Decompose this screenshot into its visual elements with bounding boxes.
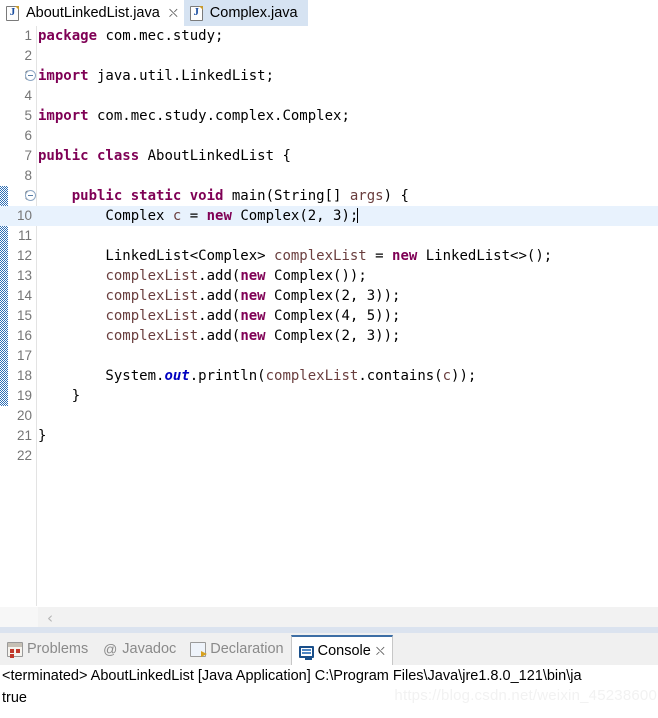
tab-javadoc[interactable]: @ Javadoc	[95, 634, 183, 664]
code-line[interactable]: 13 complexList.add(new Complex());	[0, 266, 658, 286]
code-text: }	[38, 388, 81, 404]
code-line[interactable]: 18 System.out.println(complexList.contai…	[0, 366, 658, 386]
bottom-view-tabbar: Problems @ Javadoc Declaration Console ⛌	[0, 633, 658, 665]
code-line[interactable]: 6	[0, 126, 658, 146]
code-line[interactable]: 20	[0, 406, 658, 426]
line-number: 8	[24, 168, 32, 183]
code-line[interactable]: 14 complexList.add(new Complex(2, 3));	[0, 286, 658, 306]
tab-label: Console	[317, 643, 371, 659]
editor-tab-complex[interactable]: Complex.java	[183, 0, 308, 26]
line-number: 16	[16, 328, 32, 343]
code-text: import java.util.LinkedList;	[38, 68, 275, 84]
code-text: }	[38, 428, 47, 444]
line-number: 2	[24, 48, 32, 63]
code-line[interactable]: 3import java.util.LinkedList;	[0, 66, 658, 86]
declaration-icon	[190, 641, 208, 657]
tab-declaration[interactable]: Declaration	[183, 634, 290, 664]
code-line[interactable]: 22	[0, 446, 658, 466]
line-number: 18	[16, 368, 32, 383]
line-number: 20	[16, 408, 32, 423]
code-lines: 1 package com.mec.study; 2 3import java.uti…	[0, 26, 658, 466]
close-icon[interactable]: ⛌	[169, 7, 178, 19]
close-icon[interactable]: ⛌	[376, 645, 385, 657]
code-line[interactable]: 4	[0, 86, 658, 106]
line-number: 4	[24, 88, 32, 103]
editor-horizontal-scrollbar[interactable]: ‹	[0, 606, 658, 633]
line-number: 19	[16, 388, 32, 403]
line-number: 13	[16, 268, 32, 283]
text-caret	[357, 208, 359, 223]
scroll-left-icon[interactable]: ‹	[42, 610, 58, 626]
tab-console[interactable]: Console ⛌	[290, 635, 393, 665]
watermark: https://blog.csdn.net/weixin_45238600	[394, 687, 657, 704]
line-number: 5	[24, 108, 32, 123]
console-icon	[298, 645, 314, 660]
line-number: 22	[16, 448, 32, 463]
code-line[interactable]: 19 }	[0, 386, 658, 406]
code-line[interactable]: 12 LinkedList<Complex> complexList = new…	[0, 246, 658, 266]
line-number: 11	[17, 228, 32, 243]
line-number: 7	[24, 148, 32, 163]
code-line[interactable]: 5 import com.mec.study.complex.Complex;	[0, 106, 658, 126]
code-editor[interactable]: 1 package com.mec.study; 2 3import java.uti…	[0, 26, 658, 606]
code-text: System.out.println(complexList.contains(…	[38, 368, 477, 384]
javadoc-icon: @	[103, 640, 118, 657]
scrollbar-gutter-pad	[0, 607, 38, 629]
code-text: Complex c = new Complex(2, 3);	[38, 208, 359, 224]
tab-label: Problems	[27, 641, 89, 657]
code-text: complexList.add(new Complex(2, 3));	[105, 328, 401, 344]
line-number: 17	[16, 348, 32, 363]
code-text: complexList.add(new Complex(4, 5));	[105, 308, 401, 324]
line-number: 10	[16, 208, 32, 223]
java-file-icon	[6, 5, 19, 21]
code-line[interactable]: 16 complexList.add(new Complex(2, 3));	[0, 326, 658, 346]
code-line[interactable]: 9 public static void main(String[] args)…	[0, 186, 658, 206]
code-text: public class AboutLinkedList {	[38, 148, 291, 164]
console-panel[interactable]: <terminated> AboutLinkedList [Java Appli…	[0, 665, 658, 718]
line-number: 14	[16, 288, 32, 303]
code-text: complexList.add(new Complex(2, 3));	[105, 288, 401, 304]
editor-tab-about-linked-list[interactable]: AboutLinkedList.java ⛌	[0, 0, 184, 26]
line-number: 1	[24, 28, 32, 43]
line-number: 21	[16, 428, 32, 443]
java-file-icon	[189, 5, 203, 21]
code-line[interactable]: 7 public class AboutLinkedList {	[0, 146, 658, 166]
code-text: import com.mec.study.complex.Complex;	[38, 108, 350, 124]
code-text: LinkedList<Complex> complexList = new Li…	[38, 248, 553, 264]
problems-icon	[7, 641, 23, 657]
console-status-line: <terminated> AboutLinkedList [Java Appli…	[2, 668, 582, 684]
code-line[interactable]: 8	[0, 166, 658, 186]
fold-collapse-icon[interactable]	[25, 70, 36, 81]
code-text: package com.mec.study;	[38, 28, 224, 44]
tab-label: Javadoc	[122, 641, 177, 657]
code-line[interactable]: 2	[0, 46, 658, 66]
code-line[interactable]: 17	[0, 346, 658, 366]
code-line[interactable]: 15 complexList.add(new Complex(4, 5));	[0, 306, 658, 326]
editor-tabbar: AboutLinkedList.java ⛌ Complex.java	[0, 0, 658, 26]
code-text: public static void main(String[] args) {	[71, 188, 409, 204]
editor-tab-label: Complex.java	[209, 5, 298, 21]
code-line[interactable]: 11	[0, 226, 658, 246]
line-number: 12	[16, 248, 32, 263]
code-line[interactable]: 21}	[0, 426, 658, 446]
code-line[interactable]: 10 Complex c = new Complex(2, 3);	[0, 206, 658, 226]
line-number: 15	[16, 308, 32, 323]
tab-problems[interactable]: Problems	[0, 634, 95, 664]
code-text: complexList.add(new Complex());	[105, 268, 367, 284]
code-line[interactable]: 1 package com.mec.study;	[0, 26, 658, 46]
editor-tab-label: AboutLinkedList.java	[26, 5, 160, 21]
line-number: 6	[24, 128, 32, 143]
tab-label: Declaration	[210, 641, 284, 657]
fold-collapse-icon[interactable]	[25, 190, 36, 201]
